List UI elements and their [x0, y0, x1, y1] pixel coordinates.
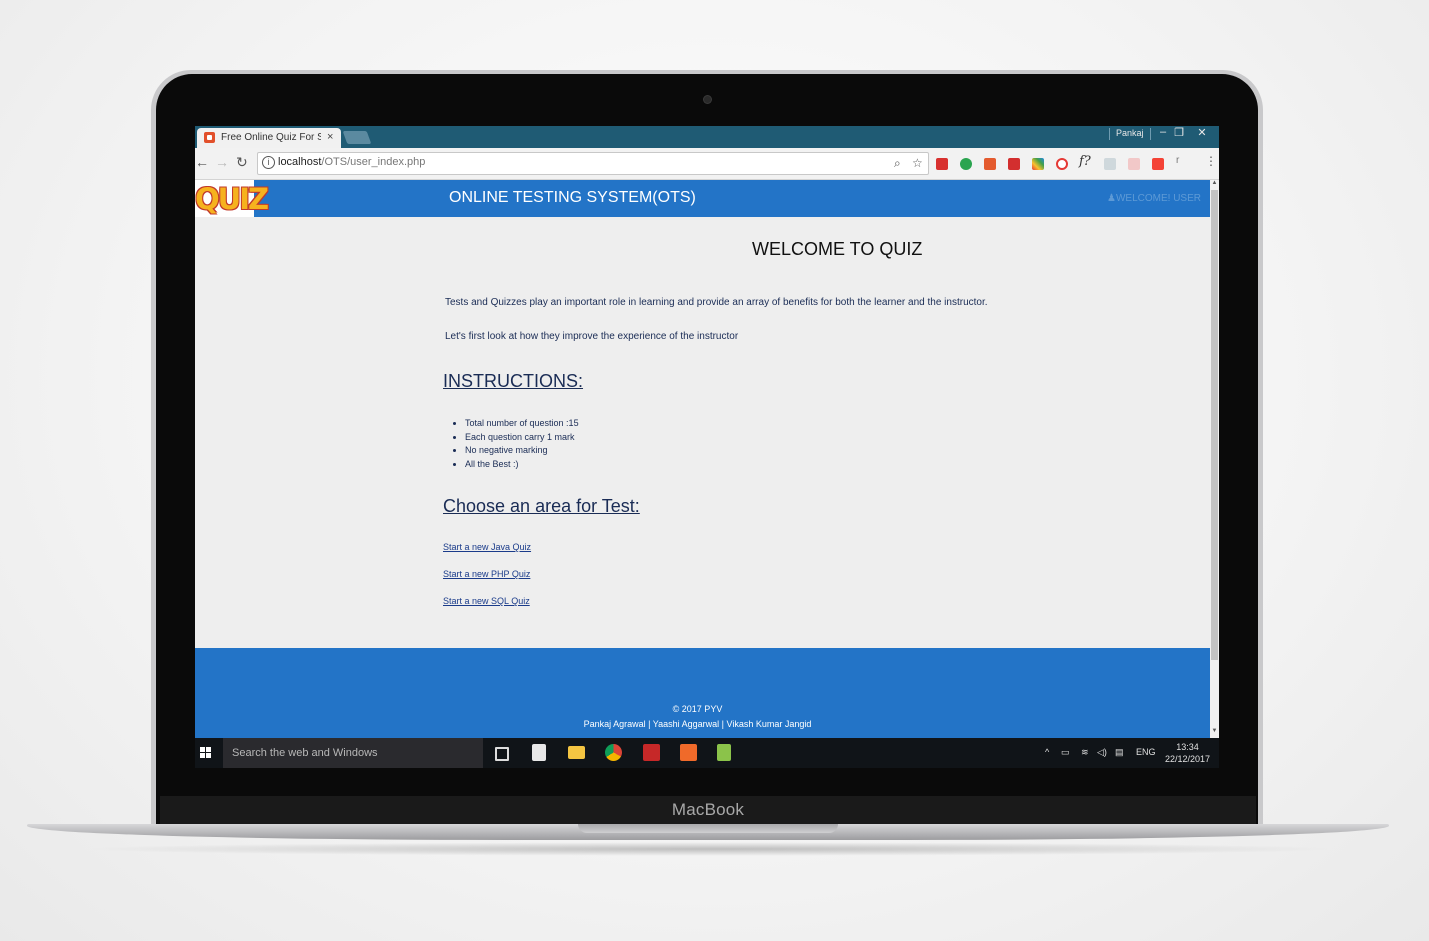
extension-grammarly-icon[interactable] — [960, 158, 972, 170]
clock-date: 22/12/2017 — [1165, 754, 1211, 764]
zoom-icon[interactable]: ⌕ — [894, 156, 901, 171]
intro-paragraph-1: Tests and Quizzes play an important role… — [445, 297, 988, 308]
copyright-text: © 2017 PYV — [672, 704, 723, 714]
instructions-heading: INSTRUCTIONS: — [443, 371, 584, 391]
taskbar-search-box[interactable]: Search the web and Windows — [223, 738, 483, 768]
new-tab-button[interactable] — [342, 131, 372, 144]
user-icon: ♟ — [1107, 193, 1116, 204]
reload-icon[interactable]: ↻ — [236, 154, 248, 171]
scroll-thumb[interactable] — [1211, 190, 1218, 660]
php-quiz-link[interactable]: Start a new PHP Quiz — [443, 569, 530, 579]
camera-icon — [704, 96, 711, 103]
extension-save-icon[interactable] — [1008, 158, 1020, 170]
extension-colorful-icon[interactable] — [1032, 158, 1044, 170]
xampp-favicon-icon — [204, 132, 215, 143]
list-item: Total number of question :15 — [465, 417, 579, 431]
extension-r-icon[interactable]: r — [1176, 155, 1188, 167]
tab-title: Free Online Quiz For Stu — [221, 132, 321, 143]
menu-kebab-icon[interactable]: ⋮ — [1205, 154, 1217, 168]
welcome-user-link[interactable]: ♟WELCOME! USER — [1107, 193, 1201, 204]
opera-icon[interactable] — [1056, 158, 1068, 170]
xampp-icon[interactable] — [680, 744, 697, 761]
instructions-list: Total number of question :15 Each questi… — [455, 417, 579, 471]
laptop-notch — [578, 824, 838, 833]
java-quiz-link[interactable]: Start a new Java Quiz — [443, 542, 531, 552]
extension-percent-icon[interactable] — [1152, 158, 1164, 170]
device-label: MacBook — [671, 800, 745, 819]
extension-red-icon[interactable] — [936, 158, 948, 170]
task-view-icon[interactable] — [495, 747, 509, 761]
tab-close-icon[interactable]: × — [327, 131, 333, 143]
scroll-up-icon[interactable]: ▲ — [1210, 180, 1219, 186]
list-item: No negative marking — [465, 444, 579, 458]
browser-toolbar: ← → ↻ i localhost/OTS/user_index.php ⌕ ☆… — [195, 148, 1219, 180]
search-placeholder: Search the web and Windows — [232, 747, 378, 759]
extension-office-icon[interactable] — [984, 158, 996, 170]
forward-arrow-icon[interactable]: → — [215, 154, 229, 170]
extension-calendar-icon[interactable] — [1128, 158, 1140, 170]
page-footer: © 2017 PYV Pankaj Agrawal | Yaashi Aggar… — [195, 648, 1210, 738]
clock-time: 13:34 — [1176, 742, 1199, 752]
list-item: All the Best :) — [465, 458, 579, 472]
pdf-reader-icon[interactable] — [643, 744, 660, 761]
page-title: WELCOME TO QUIZ — [752, 239, 923, 259]
notification-icon[interactable]: ▤ — [1115, 747, 1124, 758]
browser-tab[interactable]: Free Online Quiz For Stu × — [197, 128, 341, 148]
restore-icon[interactable]: ❐ — [1169, 126, 1189, 139]
list-item: Each question carry 1 mark — [465, 431, 579, 445]
store-icon[interactable] — [532, 744, 546, 761]
window-user-badge[interactable]: Pankaj — [1109, 128, 1151, 140]
scroll-down-icon[interactable]: ▼ — [1210, 728, 1219, 734]
extension-grey-icon[interactable] — [1104, 158, 1116, 170]
screen: Free Online Quiz For Stu × Pankaj – ❐ ✕ … — [195, 126, 1219, 768]
notepad-icon[interactable] — [717, 744, 731, 761]
back-arrow-icon[interactable]: ← — [195, 154, 209, 170]
url-text[interactable]: localhost/OTS/user_index.php — [278, 156, 425, 168]
language-indicator[interactable]: ENG — [1136, 747, 1156, 757]
browser-titlebar: Free Online Quiz For Stu × Pankaj – ❐ ✕ — [195, 126, 1219, 148]
close-window-icon[interactable]: ✕ — [1192, 126, 1212, 139]
quiz-logo[interactable]: QUIZ — [195, 180, 269, 217]
address-bar[interactable]: i localhost/OTS/user_index.php ⌕ ☆ — [257, 152, 929, 175]
authors-text: Pankaj Agrawal | Yaashi Aggarwal | Vikas… — [583, 719, 812, 729]
sql-quiz-link[interactable]: Start a new SQL Quiz — [443, 596, 530, 606]
laptop-shadow — [80, 842, 1340, 856]
logo-text: QUIZ — [195, 182, 269, 216]
info-icon[interactable]: i — [262, 156, 275, 169]
battery-icon[interactable]: ▭ — [1061, 747, 1070, 758]
page-header: QUIZ ONLINE TESTING SYSTEM(OTS) ♟WELCOME… — [195, 180, 1210, 217]
taskbar-clock[interactable]: 13:34 22/12/2017 — [1165, 741, 1210, 765]
function-icon[interactable]: f? — [1079, 154, 1091, 169]
wifi-icon[interactable]: ≋ — [1081, 747, 1089, 758]
tray-chevron-icon[interactable]: ^ — [1045, 747, 1049, 757]
intro-paragraph-2: Let's first look at how they improve the… — [445, 331, 739, 342]
bookmark-star-icon[interactable]: ☆ — [912, 156, 923, 170]
choose-area-heading: Choose an area for Test: — [443, 496, 640, 516]
volume-icon[interactable]: ◁) — [1097, 747, 1107, 758]
site-title: ONLINE TESTING SYSTEM(OTS) — [449, 189, 696, 206]
file-explorer-icon[interactable] — [568, 746, 585, 759]
chrome-icon[interactable] — [605, 744, 622, 761]
windows-start-icon[interactable] — [200, 747, 212, 759]
taskbar: Search the web and Windows ^ ▭ ≋ ◁) ▤ EN… — [195, 738, 1219, 768]
page-scrollbar[interactable]: ▲ ▼ — [1210, 180, 1219, 738]
